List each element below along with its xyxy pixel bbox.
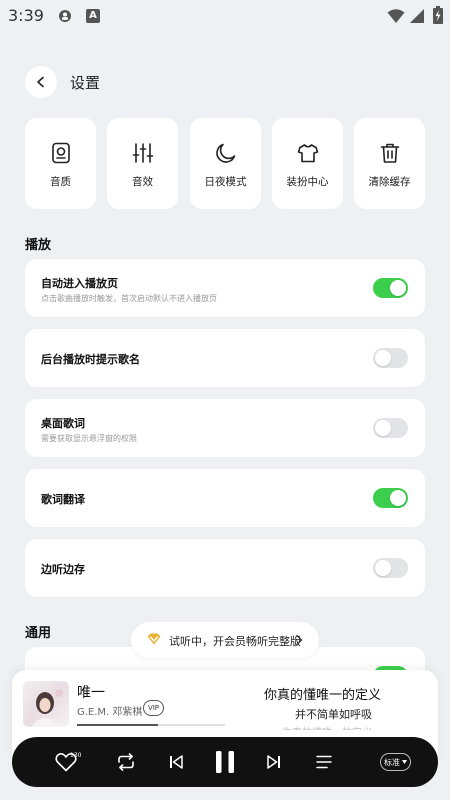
song-title: 唯一	[77, 685, 105, 701]
skip-next-icon	[267, 755, 280, 769]
quality-label: 标准	[384, 757, 400, 767]
tile-dress-up-center[interactable]: 装扮中心	[272, 118, 343, 209]
album-art[interactable]	[23, 681, 69, 727]
tile-label: 日夜模式	[204, 176, 247, 188]
notification-icon	[59, 10, 71, 22]
tile-clear-cache[interactable]: 清除缓存	[354, 118, 425, 209]
tile-day-night-mode[interactable]: 日夜模式	[190, 118, 261, 209]
lyric-current: 你真的懂唯一的定义	[264, 688, 382, 703]
playlist-icon	[316, 755, 332, 769]
wifi-icon	[387, 9, 405, 23]
quality-selector[interactable]: 标准	[380, 753, 411, 771]
setting-title: 后台播放时提示歌名	[41, 353, 140, 366]
pause-icon	[216, 751, 234, 773]
moon-icon	[215, 143, 235, 163]
song-artist: G.E.M. 邓紫棋	[77, 707, 143, 718]
vip-diamond-icon	[147, 633, 161, 645]
section-title-general: 通用	[25, 626, 52, 641]
trash-icon	[380, 143, 399, 163]
setting-title: 歌词翻译	[41, 493, 85, 506]
app-notification-icon: A	[86, 9, 100, 23]
trial-banner[interactable]: 试听中，开会员畅听完整版	[131, 622, 319, 658]
repeat-mode-button[interactable]	[113, 737, 139, 787]
playback-controls: 130 标准	[12, 737, 438, 787]
like-button[interactable]	[50, 737, 82, 787]
setting-row-desktop-lyrics[interactable]: 桌面歌词 需要获取显示悬浮窗的权限	[25, 399, 425, 457]
repeat-icon	[118, 753, 134, 771]
like-count: 130	[70, 752, 82, 759]
pause-button[interactable]	[210, 737, 240, 787]
progress-fill	[77, 724, 159, 726]
setting-subtitle: 需要获取显示悬浮窗的权限	[41, 434, 137, 443]
setting-row-lyrics-translation[interactable]: 歌词翻译	[25, 469, 425, 527]
speaker-icon	[51, 142, 70, 164]
album-art-image	[31, 689, 63, 727]
tile-label: 音效	[132, 176, 153, 188]
chevron-right-icon	[296, 634, 303, 646]
back-button[interactable]	[25, 66, 57, 98]
playlist-button[interactable]	[312, 737, 336, 787]
vip-badge: VIP	[143, 700, 164, 716]
toggle-switch[interactable]	[373, 558, 408, 578]
setting-row-background-song-name[interactable]: 后台播放时提示歌名	[25, 329, 425, 387]
setting-title: 桌面歌词	[41, 417, 85, 430]
tile-sound-quality[interactable]: 音质	[25, 118, 96, 209]
equalizer-icon	[132, 143, 153, 163]
setting-row-cache-while-listening[interactable]: 边听边存	[25, 539, 425, 597]
setting-subtitle: 点击歌曲播放时触发，首次启动默认不进入播放页	[41, 294, 217, 303]
setting-title: 自动进入播放页	[41, 277, 118, 290]
tile-sound-effects[interactable]: 音效	[107, 118, 178, 209]
toggle-switch[interactable]	[373, 348, 408, 368]
chevron-left-icon	[37, 76, 44, 88]
tshirt-icon	[297, 144, 318, 163]
tile-label: 音质	[50, 176, 71, 188]
previous-button[interactable]	[164, 737, 188, 787]
setting-row-auto-enter-player[interactable]: 自动进入播放页 点击歌曲播放时触发，首次启动默认不进入播放页	[25, 259, 425, 317]
next-button[interactable]	[262, 737, 286, 787]
trial-banner-text: 试听中，开会员畅听完整版	[169, 635, 301, 648]
section-title-playback: 播放	[25, 238, 52, 253]
lyric-upcoming: 你真的懂唯一的定义	[282, 724, 372, 730]
tile-label: 装扮中心	[286, 176, 329, 188]
battery-icon	[433, 6, 443, 24]
toggle-switch[interactable]	[373, 278, 408, 298]
page-title: 设置	[70, 74, 101, 92]
signal-icon	[410, 9, 424, 23]
caret-down-icon	[402, 760, 407, 764]
status-time: 3:39	[8, 6, 44, 25]
toggle-switch[interactable]	[373, 488, 408, 508]
lyric-next: 并不简单如呼吸	[295, 708, 372, 721]
skip-previous-icon	[170, 755, 183, 769]
progress-bar[interactable]	[77, 724, 225, 726]
tile-label: 清除缓存	[368, 176, 411, 188]
toggle-switch[interactable]	[373, 418, 408, 438]
setting-title: 边听边存	[41, 563, 85, 576]
status-bar: 3:39 A	[0, 0, 450, 32]
